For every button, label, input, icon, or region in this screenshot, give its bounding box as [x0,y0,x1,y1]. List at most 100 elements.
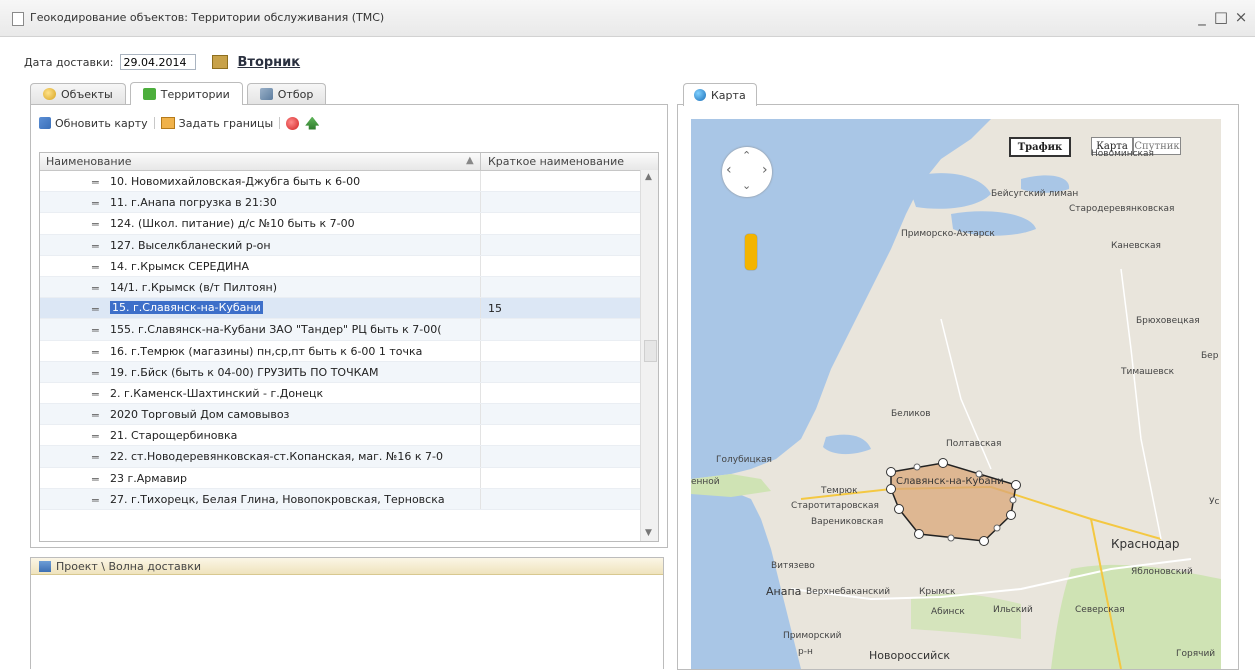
map-label: Старотитаровская [791,501,879,511]
table-row[interactable]: ═ 2. г.Каменск-Шахтинский - г.Донецк [40,382,640,405]
tab-objects-label: Объекты [61,87,113,101]
traffic-button[interactable]: Трафик [1009,137,1071,157]
tree-dash-icon: ═ [92,260,99,274]
tree-dash-icon: ═ [92,345,99,359]
tree-dash-icon: ═ [92,281,99,295]
delivery-wave-title: Проект \ Волна доставки [56,559,202,573]
tab-map[interactable]: Карта [683,83,757,106]
tab-objects[interactable]: Объекты [30,83,126,104]
tree-icon [39,560,51,572]
tree-dash-icon: ═ [92,176,99,189]
tab-territories[interactable]: Территории [129,82,243,105]
row-name-cell: 124. (Школ. питание) д/с №10 быть к 7-00 [110,217,355,231]
delivery-wave-panel: Проект \ Волна доставки [30,557,664,669]
scroll-up-icon[interactable]: ▲ [645,172,652,182]
table-row[interactable]: ═ 15. г.Славянск-на-Кубани 15 [40,298,640,320]
globe-icon [694,89,706,101]
objects-icon [43,88,56,100]
set-borders-button[interactable]: Задать границы [160,117,273,130]
table-row[interactable]: ═ 127. Выселкбланеский р-он [40,234,640,256]
cell-divider [480,171,481,192]
cell-divider [480,276,481,298]
map-label: р-н [798,647,813,657]
table-row[interactable]: ═ 124. (Школ. питание) д/с №10 быть к 7-0… [40,213,640,235]
table-row[interactable]: ═ 27. г.Тихорецк, Белая Глина, Новопокров… [40,488,640,510]
tree-dash-icon: ═ [92,451,99,465]
cell-divider [480,488,481,509]
map-view[interactable]: ⌃ ⌄ ‹ › Трафик Карта Спутник Новоминская… [691,119,1221,669]
territories-frame: Обновить карту Задать границы Наименован… [30,104,668,548]
tree-dash-icon: ═ [92,218,99,232]
table-row[interactable]: ═ 11. г.Анапа погрузка в 21:30 [40,192,640,214]
sort-icon: ▲ [466,155,474,166]
table-row[interactable]: ═ 14. г.Крымск СЕРЕДИНА [40,255,640,277]
map-label: Тимашевск [1121,367,1175,377]
table-row[interactable]: ═ 19. г.Бйск (быть к 04-00) ГРУЗИТЬ ПО ТО… [40,361,640,383]
delete-icon[interactable] [286,116,300,130]
table-row[interactable]: ═ 2020 Торговый Дом самовывоз [40,404,640,426]
row-name-cell: 15. г.Славянск-на-Кубани [110,301,263,315]
row-name-cell: 14. г.Крымск СЕРЕДИНА [110,259,250,273]
minimize-button[interactable]: _ [1193,8,1211,26]
map-label: енной [691,477,720,487]
table-row[interactable]: ═ 22. ст.Новодеревянковская-ст.Копанская,… [40,446,640,468]
table-scrollbar[interactable]: ▲ ▼ [640,170,658,541]
calendar-icon[interactable] [211,55,228,69]
map-label: Приморско-Ахтарск [901,229,995,239]
tab-territories-label: Территории [160,87,230,101]
map-label: Беликов [891,409,931,419]
cell-divider [480,319,481,340]
map-label: Краснодар [1111,537,1180,551]
column-header-name[interactable]: Наименование [46,155,131,168]
day-of-week-link[interactable]: Вторник [238,55,301,70]
cell-divider [480,361,481,382]
row-name-cell: 27. г.Тихорецк, Белая Глина, Новопокровс… [110,492,445,506]
street-view-pegman-icon[interactable] [745,234,757,270]
pan-control[interactable]: ⌃ ⌄ ‹ › [722,147,772,197]
territories-table: Наименование ▲ Краткое наименование ═ 10.… [39,152,659,542]
refresh-map-button[interactable]: Обновить карту [39,117,148,130]
map-label: Горячий [1176,649,1216,659]
map-label: Новороссийск [869,649,951,662]
table-row[interactable]: ═ 21. Старощербиновка [40,425,640,447]
table-row[interactable]: ═ 16. г.Темрюк (магазины) пн,ср,пт быть к… [40,340,640,362]
tree-dash-icon: ═ [92,387,99,401]
map-label: Крымск [919,587,956,597]
cell-divider [480,382,481,404]
delivery-date-input[interactable] [119,54,196,70]
cell-divider [480,467,481,488]
tree-dash-icon: ═ [92,197,99,211]
close-button[interactable]: × [1232,8,1250,26]
filter-icon [259,88,273,100]
map-label: Стародеревянковская [1069,204,1175,214]
table-row[interactable]: ═ 23 г.Армавир [40,467,640,489]
map-label: Темрюк [821,486,858,496]
refresh-icon [39,117,51,129]
map-label: Витязево [771,561,815,571]
maximize-button[interactable]: □ [1212,8,1230,26]
map-frame: ⌃ ⌄ ‹ › Трафик Карта Спутник Новоминская… [677,104,1239,670]
borders-icon [160,117,175,129]
map-label: Новоминская [1091,149,1154,159]
window-title: Геокодирование объектов: Территории обсл… [30,11,385,24]
scrollbar-thumb[interactable] [644,340,657,362]
cell-divider [480,298,481,319]
table-row[interactable]: ═ 14/1. г.Крымск (в/т Пилтоян) [40,276,640,299]
scroll-down-icon[interactable]: ▼ [645,528,652,538]
table-row[interactable]: ═ 155. г.Славянск-на-Кубани ЗАО "Тандер" … [40,319,640,341]
cell-divider [480,255,481,276]
toolbar: Обновить карту Задать границы [39,114,320,132]
tab-filter[interactable]: Отбор [246,83,327,104]
delivery-date-row: Дата доставки: Вторник [24,53,300,71]
row-name-cell: 19. г.Бйск (быть к 04-00) ГРУЗИТЬ ПО ТОЧ… [110,365,379,379]
table-row[interactable]: ═ 10. Новомихайловская-Джубга быть к 6-00 [40,171,640,193]
tree-dash-icon: ═ [92,239,99,253]
export-icon[interactable] [305,116,320,130]
cell-divider [480,213,481,234]
row-name-cell: 16. г.Темрюк (магазины) пн,ср,пт быть к … [110,344,423,358]
map-label: Анапа [766,585,802,598]
column-divider[interactable] [480,153,481,170]
row-name-cell: 10. Новомихайловская-Джубга быть к 6-00 [110,175,361,188]
window-icon [12,12,24,26]
column-header-short-name[interactable]: Краткое наименование [488,155,624,168]
